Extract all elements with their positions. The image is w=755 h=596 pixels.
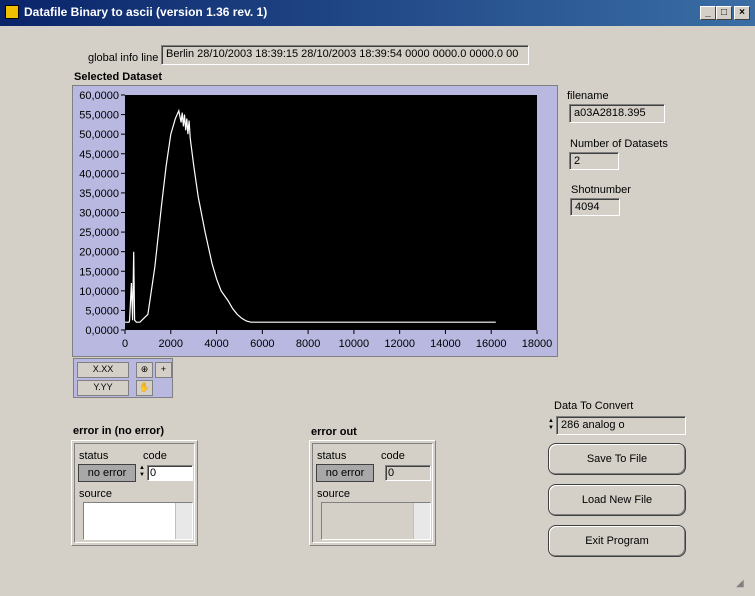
shotnumber-label: Shotnumber: [571, 184, 631, 196]
global-info-label: global info line: [88, 52, 159, 64]
error-in-status-label: status: [79, 450, 109, 462]
error-out-source-field[interactable]: [321, 502, 431, 540]
y-tick-label: 40,0000: [79, 168, 119, 180]
x-tick-label: 10000: [339, 338, 370, 350]
save-button[interactable]: Save To File: [548, 443, 686, 475]
y-tick-label: 55,0000: [79, 110, 119, 122]
y-tick-label: 50,0000: [79, 129, 119, 141]
global-info-field[interactable]: Berlin 28/10/2003 18:39:15 28/10/2003 18…: [161, 45, 529, 65]
graph-palette: X.XX Y.YY ⊕ + ✋: [73, 358, 173, 398]
window-title: Datafile Binary to ascii (version 1.36 r…: [24, 5, 268, 19]
minimize-icon: _: [705, 7, 711, 18]
filename-field[interactable]: a03A2818.395: [569, 104, 665, 123]
convert-spinner[interactable]: ▲ ▼: [547, 418, 555, 432]
shotnumber-field[interactable]: 4094: [570, 198, 620, 216]
maximize-icon: □: [720, 7, 728, 18]
waveform-graph[interactable]: 0,0000 5,0000 10,0000 15,0000 20,0000 25,0000…: [72, 85, 558, 357]
y-tick-label: 60,0000: [79, 90, 119, 102]
exit-button[interactable]: Exit Program: [548, 525, 686, 557]
error-in-cluster: status code no error ▲ ▼ 0 source: [71, 440, 198, 546]
x-tick-label: 14000: [430, 338, 461, 350]
datasets-label: Number of Datasets: [570, 138, 668, 150]
y-tick-label: 25,0000: [79, 227, 119, 239]
y-tick-label: 45,0000: [79, 149, 119, 161]
x-tick-label: 18000: [522, 338, 553, 350]
graph-label: Selected Dataset: [74, 71, 163, 83]
resize-grip-icon[interactable]: ◢: [736, 578, 750, 592]
error-in-inner: status code no error ▲ ▼ 0 source: [74, 443, 195, 543]
convert-field[interactable]: 286 analog o: [556, 416, 686, 435]
error-out-source-label: source: [317, 488, 351, 500]
x-tick-label: 0: [122, 338, 128, 350]
maximize-button[interactable]: □: [716, 6, 732, 20]
convert-label: Data To Convert: [554, 400, 634, 412]
x-tick-label: 4000: [204, 338, 228, 350]
plot-area: [125, 95, 537, 330]
title-bar: Datafile Binary to ascii (version 1.36 r…: [0, 0, 755, 26]
minimize-button[interactable]: _: [700, 6, 716, 20]
y-tick-label: 15,0000: [79, 266, 119, 278]
y-format-button[interactable]: Y.YY: [77, 380, 129, 396]
pan-hand-icon[interactable]: ✋: [136, 380, 153, 396]
error-out-title: error out: [311, 426, 357, 438]
filename-label: filename: [567, 90, 609, 102]
x-tick-label: 12000: [384, 338, 415, 350]
x-tick-label: 6000: [250, 338, 274, 350]
error-in-source-label: source: [79, 488, 113, 500]
error-in-title: error in (no error): [73, 425, 165, 437]
error-in-source-field[interactable]: [83, 502, 193, 540]
close-button[interactable]: ×: [734, 6, 750, 20]
y-tick-label: 35,0000: [79, 188, 119, 200]
error-out-source-scrollbar[interactable]: [413, 503, 430, 539]
cursor-crosshair-icon[interactable]: +: [155, 362, 172, 378]
x-tick-label: 16000: [476, 338, 507, 350]
y-tick-label: 5,0000: [85, 305, 119, 317]
error-in-code-label: code: [143, 450, 167, 462]
x-tick-label: 2000: [159, 338, 183, 350]
error-out-status-label: status: [317, 450, 347, 462]
y-tick-label: 20,0000: [79, 247, 119, 259]
app-icon: [5, 5, 19, 19]
datasets-field[interactable]: 2: [569, 152, 619, 170]
y-tick-label: 0,0000: [85, 325, 119, 337]
error-out-cluster: status code no error 0 source: [309, 440, 436, 546]
error-out-code-field: 0: [385, 465, 431, 481]
close-icon: ×: [739, 7, 745, 18]
error-in-code-spinner[interactable]: ▲ ▼: [138, 465, 146, 479]
error-in-code-field[interactable]: 0: [147, 465, 193, 481]
y-tick-label: 10,0000: [79, 286, 119, 298]
x-tick-label: 8000: [296, 338, 320, 350]
error-out-code-label: code: [381, 450, 405, 462]
zoom-icon[interactable]: ⊕: [136, 362, 153, 378]
error-out-status-indicator: no error: [316, 464, 374, 482]
error-out-inner: status code no error 0 source: [312, 443, 433, 543]
error-in-source-scrollbar[interactable]: [175, 503, 192, 539]
y-tick-label: 30,0000: [79, 208, 119, 220]
load-button[interactable]: Load New File: [548, 484, 686, 516]
x-format-button[interactable]: X.XX: [77, 362, 129, 378]
error-in-status-indicator[interactable]: no error: [78, 464, 136, 482]
